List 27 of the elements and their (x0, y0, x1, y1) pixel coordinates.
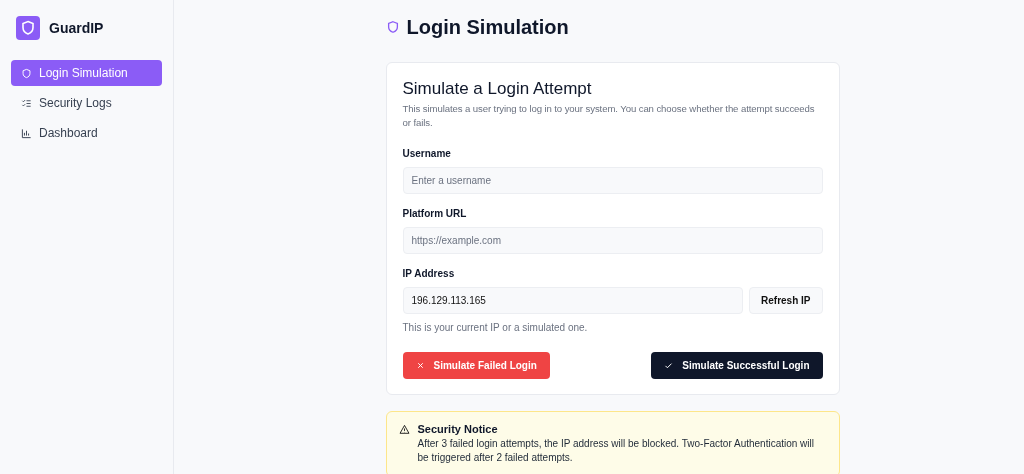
card-description: This simulates a user trying to log in to your system. You can choose whether the attempt succeeds or fails. (402, 102, 816, 130)
sidebar-item[interactable]: Security Logs (11, 90, 162, 116)
close-icon (415, 361, 425, 370)
input-field[interactable]: https://example.com (402, 227, 823, 254)
checklist-icon (21, 97, 32, 109)
checkmark-icon (664, 361, 674, 370)
successful-login-button[interactable]: Simulate Successful Login (651, 352, 823, 379)
field-label: Platform URL (402, 208, 468, 219)
failed-login-button[interactable]: Simulate Failed Login (402, 352, 550, 379)
bar-chart-icon (21, 127, 32, 139)
sidebar-item[interactable]: Login Simulation (11, 60, 162, 86)
input-field[interactable]: 196.129.113.165 (402, 287, 744, 314)
notice-text: After 3 failed login attempts, the IP address will be blocked. Two-Factor Authentication will be triggered after 2 failed attempts. (417, 437, 815, 465)
brand-name: GuardIP (49, 20, 104, 36)
shield-icon (385, 20, 400, 34)
field-label: IP Address (402, 268, 456, 279)
notice-title: Security Notice (417, 423, 499, 435)
shield-icon (21, 67, 32, 79)
page-title: Login Simulation (406, 15, 569, 39)
card-title: Simulate a Login Attempt (402, 79, 593, 99)
warning-icon (398, 424, 410, 435)
sidebar-item[interactable]: Dashboard (11, 120, 162, 146)
refresh-ip-button[interactable]: Refresh IP (749, 287, 823, 314)
shield-logo-icon (16, 16, 40, 40)
field-label: Username (402, 148, 452, 159)
input-field[interactable]: Enter a username (402, 167, 823, 194)
field-hint: This is your current IP or a simulated one. (402, 322, 589, 333)
